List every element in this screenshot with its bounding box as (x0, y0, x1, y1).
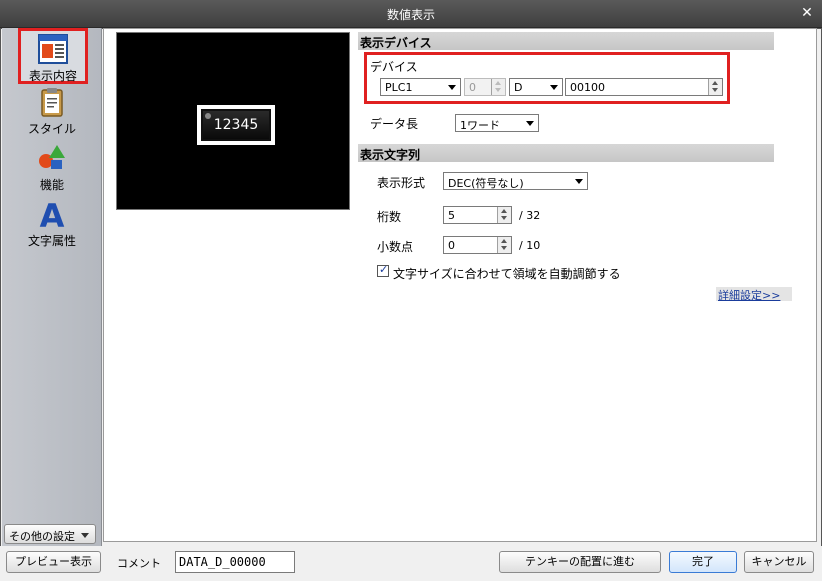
sidebar-item-style[interactable]: スタイル (2, 86, 102, 137)
preview-indicator-dot (205, 113, 211, 119)
chevron-down-icon (550, 85, 558, 90)
display-content-icon (38, 34, 68, 64)
sidebar: 表示内容 スタイル 機能 A 文字属性 (2, 28, 102, 546)
stepper-arrows[interactable] (497, 237, 511, 253)
cancel-button[interactable]: キャンセル (744, 551, 814, 573)
data-length-label: データ長 (370, 117, 419, 131)
stepper-arrows[interactable] (491, 79, 505, 95)
other-settings-button[interactable]: その他の設定 (4, 524, 96, 544)
window-title: 数値表示 (386, 8, 435, 22)
decimal-point-value: 0 (448, 239, 455, 252)
chevron-down-icon (526, 121, 534, 126)
device-type-value: D (514, 81, 523, 94)
digits-stepper[interactable]: 5 (443, 206, 512, 224)
digits-label: 桁数 (377, 210, 402, 224)
decimal-point-stepper[interactable]: 0 (443, 236, 512, 254)
data-length-value: 1ワード (460, 119, 500, 132)
sidebar-item-text-attribute[interactable]: A 文字属性 (2, 198, 102, 249)
chevron-down-icon (448, 85, 456, 90)
comment-input[interactable]: DATA_D_00000 (175, 551, 295, 573)
stepper-arrows[interactable] (708, 79, 722, 95)
digits-max: / 32 (519, 209, 541, 222)
digits-value: 5 (448, 209, 455, 222)
display-format-select[interactable]: DEC(符号なし) (443, 172, 588, 190)
autofit-label: 文字サイズに合わせて領域を自動調節する (393, 267, 621, 281)
preview-button[interactable]: プレビュー表示 (6, 551, 101, 573)
display-format-label: 表示形式 (377, 176, 426, 190)
text-attribute-icon: A (40, 198, 65, 230)
decimal-point-label: 小数点 (377, 240, 414, 254)
ok-button[interactable]: 完了 (669, 551, 737, 573)
sidebar-item-function[interactable]: 機能 (2, 142, 102, 193)
stepper-arrows[interactable] (497, 207, 511, 223)
sidebar-item-display-content[interactable]: 表示内容 (18, 28, 88, 84)
sidebar-item-label: 機能 (39, 178, 64, 192)
title-bar: 数値表示 ✕ (0, 0, 822, 28)
device-address-value: 00100 (570, 81, 605, 94)
data-length-select[interactable]: 1ワード (455, 114, 539, 132)
chevron-down-icon (575, 179, 583, 184)
svg-text:A: A (40, 198, 65, 230)
sidebar-item-label: 文字属性 (27, 234, 76, 248)
preview-area: 12345 (116, 32, 350, 210)
plc-value: PLC1 (385, 81, 413, 94)
numeric-display-preview: 12345 (197, 105, 275, 145)
plc-select[interactable]: PLC1 (380, 78, 461, 96)
device-address-stepper[interactable]: 00100 (565, 78, 723, 96)
decimal-point-max: / 10 (519, 239, 541, 252)
display-format-value: DEC(符号なし) (448, 177, 524, 190)
tenkey-layout-button[interactable]: テンキーの配置に進む (499, 551, 661, 573)
function-shapes-icon (39, 145, 65, 169)
close-icon[interactable]: ✕ (800, 5, 814, 21)
section-header-display-string: 表示文字列 (358, 144, 774, 162)
autofit-checkbox[interactable] (377, 263, 389, 277)
device-type-select[interactable]: D (509, 78, 563, 96)
preview-value: 12345 (203, 111, 269, 139)
style-clipboard-icon (41, 88, 63, 117)
section-header-display-device: 表示デバイス (358, 32, 774, 50)
detail-settings-link[interactable]: 詳細設定>> (716, 287, 792, 302)
device-label: デバイス (370, 60, 418, 74)
sidebar-item-label: スタイル (27, 122, 76, 136)
station-number-stepper[interactable]: 0 (464, 78, 506, 96)
other-settings-label: その他の設定 (9, 530, 75, 543)
comment-label: コメント (117, 557, 161, 570)
station-value: 0 (469, 81, 476, 94)
chevron-down-icon (81, 533, 89, 538)
sidebar-item-label: 表示内容 (28, 69, 77, 83)
